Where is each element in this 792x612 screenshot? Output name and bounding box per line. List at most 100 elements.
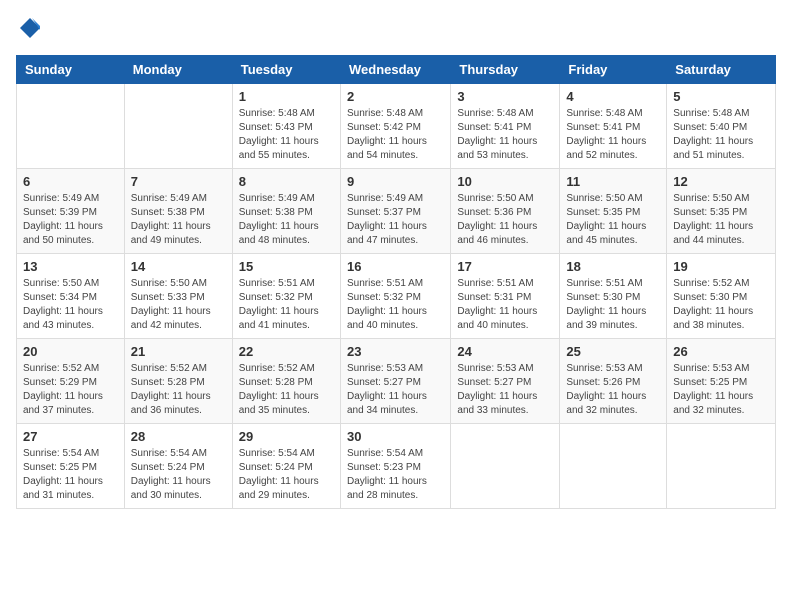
calendar-cell: 4 Sunrise: 5:48 AM Sunset: 5:41 PM Daylig…: [560, 84, 667, 169]
calendar-cell: 29 Sunrise: 5:54 AM Sunset: 5:24 PM Dayli…: [232, 424, 340, 509]
day-number: 3: [457, 89, 553, 104]
day-number: 19: [673, 259, 769, 274]
day-info: Sunrise: 5:51 AM Sunset: 5:32 PM Dayligh…: [347, 277, 444, 333]
day-info: Sunrise: 5:48 AM Sunset: 5:43 PM Dayligh…: [239, 107, 334, 163]
day-number: 16: [347, 259, 444, 274]
day-info: Sunrise: 5:51 AM Sunset: 5:32 PM Dayligh…: [239, 277, 334, 333]
calendar-cell: 19 Sunrise: 5:52 AM Sunset: 5:30 PM Dayli…: [667, 254, 776, 339]
day-info: Sunrise: 5:52 AM Sunset: 5:29 PM Dayligh…: [23, 362, 118, 418]
weekday-header-wednesday: Wednesday: [340, 56, 450, 84]
day-info: Sunrise: 5:53 AM Sunset: 5:27 PM Dayligh…: [347, 362, 444, 418]
weekday-header-row: SundayMondayTuesdayWednesdayThursdayFrid…: [17, 56, 776, 84]
day-info: Sunrise: 5:49 AM Sunset: 5:38 PM Dayligh…: [131, 192, 226, 248]
day-number: 27: [23, 429, 118, 444]
day-number: 17: [457, 259, 553, 274]
calendar-cell: 17 Sunrise: 5:51 AM Sunset: 5:31 PM Dayli…: [451, 254, 560, 339]
calendar-body: 1 Sunrise: 5:48 AM Sunset: 5:43 PM Daylig…: [17, 84, 776, 509]
day-number: 20: [23, 344, 118, 359]
weekday-header-sunday: Sunday: [17, 56, 125, 84]
calendar-week-row: 20 Sunrise: 5:52 AM Sunset: 5:29 PM Dayli…: [17, 339, 776, 424]
weekday-header-thursday: Thursday: [451, 56, 560, 84]
calendar-cell: 23 Sunrise: 5:53 AM Sunset: 5:27 PM Dayli…: [340, 339, 450, 424]
day-number: 10: [457, 174, 553, 189]
calendar-cell: [124, 84, 232, 169]
calendar-cell: 7Sunrise: 5:49 AM Sunset: 5:38 PM Daylig…: [124, 169, 232, 254]
day-number: 1: [239, 89, 334, 104]
calendar-cell: 15 Sunrise: 5:51 AM Sunset: 5:32 PM Dayli…: [232, 254, 340, 339]
day-number: 30: [347, 429, 444, 444]
weekday-header-friday: Friday: [560, 56, 667, 84]
calendar-cell: 2 Sunrise: 5:48 AM Sunset: 5:42 PM Daylig…: [340, 84, 450, 169]
day-info: Sunrise: 5:48 AM Sunset: 5:41 PM Dayligh…: [566, 107, 660, 163]
day-number: 18: [566, 259, 660, 274]
day-info: Sunrise: 5:50 AM Sunset: 5:36 PM Dayligh…: [457, 192, 553, 248]
calendar-cell: 27Sunrise: 5:54 AM Sunset: 5:25 PM Dayli…: [17, 424, 125, 509]
calendar-cell: 10 Sunrise: 5:50 AM Sunset: 5:36 PM Dayli…: [451, 169, 560, 254]
calendar-cell: [560, 424, 667, 509]
day-number: 28: [131, 429, 226, 444]
day-number: 29: [239, 429, 334, 444]
calendar-week-row: 13 Sunrise: 5:50 AM Sunset: 5:34 PM Dayli…: [17, 254, 776, 339]
day-number: 14: [131, 259, 226, 274]
day-number: 6: [23, 174, 118, 189]
day-info: Sunrise: 5:50 AM Sunset: 5:35 PM Dayligh…: [566, 192, 660, 248]
calendar-cell: [451, 424, 560, 509]
day-number: 24: [457, 344, 553, 359]
day-number: 15: [239, 259, 334, 274]
day-info: Sunrise: 5:48 AM Sunset: 5:41 PM Dayligh…: [457, 107, 553, 163]
day-number: 11: [566, 174, 660, 189]
day-info: Sunrise: 5:53 AM Sunset: 5:27 PM Dayligh…: [457, 362, 553, 418]
calendar-cell: 18 Sunrise: 5:51 AM Sunset: 5:30 PM Dayli…: [560, 254, 667, 339]
day-number: 8: [239, 174, 334, 189]
calendar-cell: 20 Sunrise: 5:52 AM Sunset: 5:29 PM Dayli…: [17, 339, 125, 424]
calendar-cell: 26Sunrise: 5:53 AM Sunset: 5:25 PM Dayli…: [667, 339, 776, 424]
logo: [16, 16, 42, 45]
weekday-header-tuesday: Tuesday: [232, 56, 340, 84]
day-number: 5: [673, 89, 769, 104]
day-info: Sunrise: 5:52 AM Sunset: 5:30 PM Dayligh…: [673, 277, 769, 333]
day-info: Sunrise: 5:49 AM Sunset: 5:39 PM Dayligh…: [23, 192, 118, 248]
day-number: 4: [566, 89, 660, 104]
day-info: Sunrise: 5:49 AM Sunset: 5:37 PM Dayligh…: [347, 192, 444, 248]
calendar-cell: 28 Sunrise: 5:54 AM Sunset: 5:24 PM Dayli…: [124, 424, 232, 509]
day-info: Sunrise: 5:48 AM Sunset: 5:40 PM Dayligh…: [673, 107, 769, 163]
day-number: 2: [347, 89, 444, 104]
calendar-cell: 12 Sunrise: 5:50 AM Sunset: 5:35 PM Dayli…: [667, 169, 776, 254]
day-info: Sunrise: 5:48 AM Sunset: 5:42 PM Dayligh…: [347, 107, 444, 163]
day-info: Sunrise: 5:51 AM Sunset: 5:30 PM Dayligh…: [566, 277, 660, 333]
day-info: Sunrise: 5:49 AM Sunset: 5:38 PM Dayligh…: [239, 192, 334, 248]
calendar-week-row: 27Sunrise: 5:54 AM Sunset: 5:25 PM Dayli…: [17, 424, 776, 509]
calendar-cell: 13 Sunrise: 5:50 AM Sunset: 5:34 PM Dayli…: [17, 254, 125, 339]
day-info: Sunrise: 5:50 AM Sunset: 5:34 PM Dayligh…: [23, 277, 118, 333]
day-info: Sunrise: 5:51 AM Sunset: 5:31 PM Dayligh…: [457, 277, 553, 333]
day-info: Sunrise: 5:50 AM Sunset: 5:35 PM Dayligh…: [673, 192, 769, 248]
calendar-cell: 21Sunrise: 5:52 AM Sunset: 5:28 PM Dayli…: [124, 339, 232, 424]
calendar-week-row: 1 Sunrise: 5:48 AM Sunset: 5:43 PM Daylig…: [17, 84, 776, 169]
day-info: Sunrise: 5:53 AM Sunset: 5:25 PM Dayligh…: [673, 362, 769, 418]
page-header: [16, 16, 776, 45]
calendar-cell: 24 Sunrise: 5:53 AM Sunset: 5:27 PM Dayli…: [451, 339, 560, 424]
calendar-cell: [17, 84, 125, 169]
day-number: 13: [23, 259, 118, 274]
calendar-cell: [667, 424, 776, 509]
calendar-cell: 9Sunrise: 5:49 AM Sunset: 5:37 PM Daylig…: [340, 169, 450, 254]
calendar-cell: 3 Sunrise: 5:48 AM Sunset: 5:41 PM Daylig…: [451, 84, 560, 169]
day-info: Sunrise: 5:54 AM Sunset: 5:23 PM Dayligh…: [347, 447, 444, 503]
day-info: Sunrise: 5:54 AM Sunset: 5:24 PM Dayligh…: [239, 447, 334, 503]
logo-icon: [18, 16, 42, 40]
day-number: 22: [239, 344, 334, 359]
calendar-cell: 30 Sunrise: 5:54 AM Sunset: 5:23 PM Dayli…: [340, 424, 450, 509]
day-info: Sunrise: 5:52 AM Sunset: 5:28 PM Dayligh…: [131, 362, 226, 418]
day-info: Sunrise: 5:54 AM Sunset: 5:24 PM Dayligh…: [131, 447, 226, 503]
calendar-cell: 16 Sunrise: 5:51 AM Sunset: 5:32 PM Dayli…: [340, 254, 450, 339]
day-info: Sunrise: 5:52 AM Sunset: 5:28 PM Dayligh…: [239, 362, 334, 418]
day-info: Sunrise: 5:50 AM Sunset: 5:33 PM Dayligh…: [131, 277, 226, 333]
day-number: 12: [673, 174, 769, 189]
weekday-header-monday: Monday: [124, 56, 232, 84]
calendar-cell: 8 Sunrise: 5:49 AM Sunset: 5:38 PM Daylig…: [232, 169, 340, 254]
calendar-cell: 5 Sunrise: 5:48 AM Sunset: 5:40 PM Daylig…: [667, 84, 776, 169]
day-info: Sunrise: 5:53 AM Sunset: 5:26 PM Dayligh…: [566, 362, 660, 418]
calendar-cell: 11 Sunrise: 5:50 AM Sunset: 5:35 PM Dayli…: [560, 169, 667, 254]
day-number: 23: [347, 344, 444, 359]
calendar-cell: 1 Sunrise: 5:48 AM Sunset: 5:43 PM Daylig…: [232, 84, 340, 169]
